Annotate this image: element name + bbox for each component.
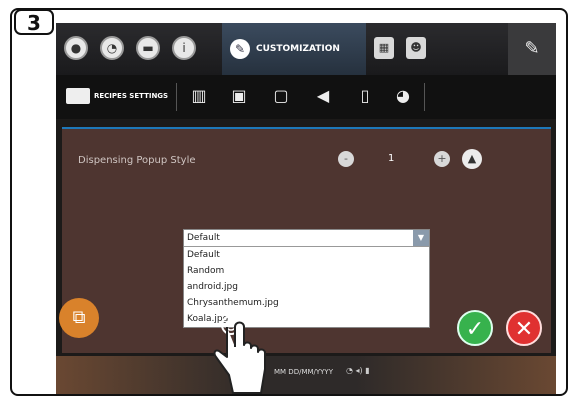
palette-icon[interactable]: ◕: [390, 84, 416, 108]
sub-tab-bar: RECIPES SETTINGS ▥ ▣ ▢ ◀ ▯ ◕: [56, 75, 556, 119]
tab-recipes-settings[interactable]: RECIPES SETTINGS: [66, 87, 168, 105]
dropdown-selected[interactable]: Default ▼: [184, 230, 429, 247]
cancel-button[interactable]: ✕: [506, 310, 542, 346]
dispensing-popup-style-label: Dispensing Popup Style: [78, 155, 196, 166]
chevron-down-icon[interactable]: ▼: [413, 230, 429, 246]
dropdown-option[interactable]: android.jpg: [184, 279, 429, 295]
copy-icon[interactable]: ⧉: [59, 298, 99, 338]
book-icon[interactable]: ▥: [186, 84, 212, 108]
increment-button[interactable]: +: [434, 151, 450, 167]
image-icon[interactable]: ▣: [226, 84, 252, 108]
cup-icon[interactable]: ▬: [136, 36, 160, 60]
screen-icon[interactable]: ▦: [374, 37, 394, 59]
decrement-button[interactable]: -: [338, 151, 354, 167]
dropdown-selected-value: Default: [187, 233, 220, 243]
confirm-button[interactable]: ✓: [457, 310, 493, 346]
user-icon[interactable]: ☻: [406, 37, 426, 59]
date-format: MM DD/MM/YYYY: [274, 368, 333, 376]
tab-customization[interactable]: ✎ CUSTOMIZATION: [222, 23, 366, 75]
wrench-icon[interactable]: ✎: [508, 23, 556, 75]
device-screen: ● ◔ ▬ i ✎ CUSTOMIZATION ▦ ☻ ✎ RECIPES SET…: [56, 23, 556, 394]
dropdown-option[interactable]: Chrysanthemum.jpg: [184, 295, 429, 311]
preview-icon[interactable]: ▲: [462, 149, 482, 169]
pencil-icon: ✎: [230, 38, 250, 59]
book-icon: [66, 88, 90, 104]
pointing-hand-icon: [213, 315, 266, 394]
clock-icon[interactable]: ◔: [100, 36, 124, 60]
recipes-settings-label: RECIPES SETTINGS: [94, 92, 169, 100]
divider: [176, 83, 177, 111]
status-icons: ◔ ◂) ▮: [346, 366, 370, 375]
divider: [424, 83, 425, 111]
popup-style-value: 1: [388, 153, 395, 164]
bottle-icon[interactable]: ▯: [352, 84, 378, 108]
drop-icon[interactable]: ●: [64, 36, 88, 60]
dropdown-option[interactable]: Random: [184, 263, 429, 279]
info-icon[interactable]: i: [172, 36, 196, 60]
status-bar: MM DD/MM/YYYY ◔ ◂) ▮: [56, 356, 556, 394]
dropdown-option[interactable]: Default: [184, 247, 429, 263]
top-tab-bar: ● ◔ ▬ i ✎ CUSTOMIZATION ▦ ☻ ✎: [56, 23, 556, 75]
tab-customization-label: CUSTOMIZATION: [256, 44, 340, 54]
step-number: 3: [14, 9, 54, 35]
screen-icon[interactable]: ▢: [268, 84, 294, 108]
speaker-icon[interactable]: ◀: [310, 84, 336, 108]
